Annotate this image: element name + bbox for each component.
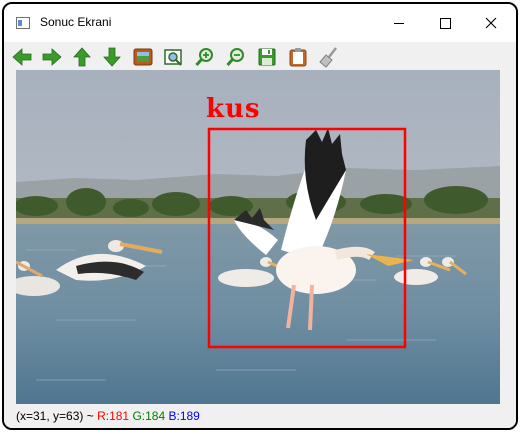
clear-button[interactable] xyxy=(317,45,341,69)
image-icon xyxy=(133,48,153,66)
window-title: Sonuc Ekrani xyxy=(40,15,112,29)
pan-left-button[interactable] xyxy=(10,45,34,69)
detection-label: kus xyxy=(206,94,261,124)
status-separator: ~ xyxy=(86,409,94,423)
close-button[interactable] xyxy=(468,4,514,42)
zoom-out-button[interactable] xyxy=(224,45,248,69)
zoom-in-button[interactable] xyxy=(193,45,217,69)
close-icon xyxy=(485,17,497,29)
zoom-region-button[interactable] xyxy=(162,45,186,69)
status-red: R:181 xyxy=(97,409,130,423)
arrow-left-icon xyxy=(12,48,32,66)
fit-image-button[interactable] xyxy=(131,45,155,69)
app-window-icon xyxy=(16,17,30,29)
arrow-up-icon xyxy=(73,47,91,67)
arrow-right-icon xyxy=(42,48,62,66)
status-green: G:184 xyxy=(132,409,166,423)
copy-clipboard-button[interactable] xyxy=(286,45,310,69)
status-blue: B:189 xyxy=(168,409,200,423)
arrow-down-icon xyxy=(103,47,121,67)
status-text: (x=31, y=63) ~ R:181 G:184 B:189 xyxy=(16,409,200,423)
pan-up-button[interactable] xyxy=(70,45,94,69)
result-window: Sonuc Ekrani kus (x=31, y=63) ~ R:181 G:… xyxy=(2,2,518,430)
save-icon xyxy=(258,48,276,66)
zoom-region-icon xyxy=(164,49,182,66)
zoom-in-icon xyxy=(195,48,213,67)
status-bar: (x=31, y=63) ~ R:181 G:184 B:189 xyxy=(4,404,516,428)
maximize-button[interactable] xyxy=(422,4,468,42)
zoom-out-icon xyxy=(226,48,244,67)
clear-brush-icon xyxy=(319,47,337,68)
save-button[interactable] xyxy=(255,45,279,69)
pan-right-button[interactable] xyxy=(40,45,64,69)
minimize-icon xyxy=(394,22,404,24)
copy-to-clipboard-icon xyxy=(289,48,307,67)
minimize-button[interactable] xyxy=(376,4,422,42)
title-bar[interactable]: Sonuc Ekrani xyxy=(4,4,516,42)
maximize-icon xyxy=(439,17,451,29)
status-coords: (x=31, y=63) xyxy=(16,409,84,423)
pan-down-button[interactable] xyxy=(100,45,124,69)
toolbar xyxy=(4,42,516,70)
